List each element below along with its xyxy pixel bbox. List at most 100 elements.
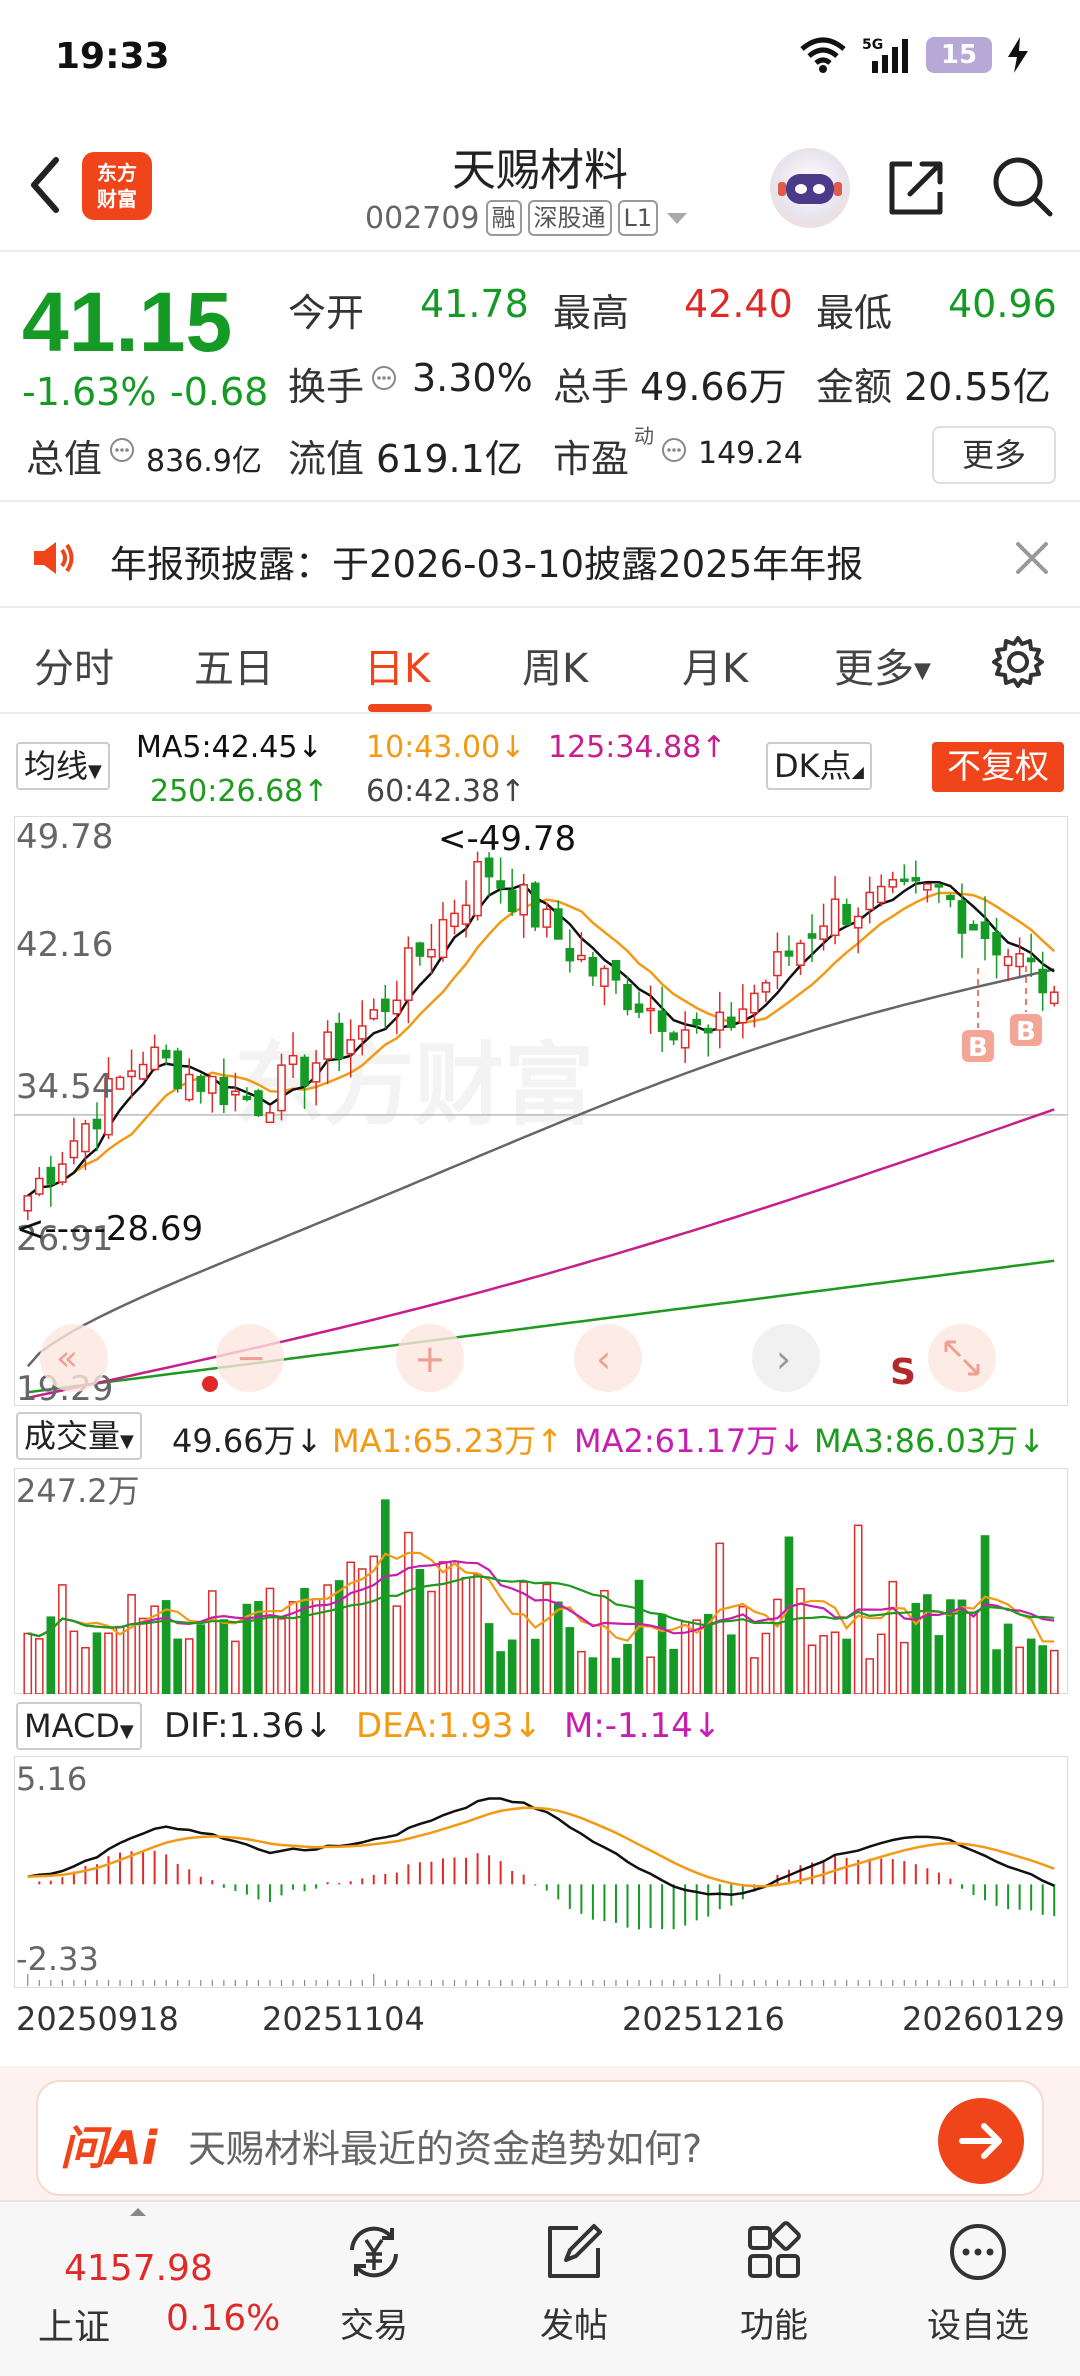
stock-header: 东方 财富 天赐材料 002709 融 深股通 L1 [0,110,1080,252]
volume-bar [530,1638,540,1694]
volume-bar [657,1613,667,1694]
double-chevron-left-icon: « [56,1338,78,1379]
tab-five-day[interactable]: 五日 [194,636,274,694]
tab-intraday[interactable]: 分时 [34,636,114,694]
macd-chart[interactable]: 5.16 -2.33 [14,1756,1068,1988]
adjust-button[interactable]: 不复权 [932,742,1064,792]
ai-question-text: 天赐材料最近的资金趋势如何? [188,2127,703,2171]
nav-post[interactable]: 发帖 [504,2202,644,2376]
candle-body [415,942,425,957]
sse-index-name[interactable]: 上证 [38,2298,110,2350]
volume-bar [600,1589,609,1694]
nav-trade[interactable]: 交易 [304,2202,444,2376]
volume-value: 49.66万 [640,365,787,409]
share-icon[interactable] [886,156,948,218]
tab-weekly-k[interactable]: 周K [522,636,588,694]
x-tick-label: 20251104 [262,2000,425,2038]
turnover-label: 换手 [288,365,365,409]
min-price-label: <-----28.69 [16,1209,203,1249]
macd-dea: DEA:1.93↓ [356,1706,542,1746]
high-label: 最高 [553,291,630,335]
nav-functions[interactable]: 功能 [704,2202,844,2376]
volume-bar [161,1600,171,1694]
ai-robot-avatar[interactable] [770,148,850,228]
nav-add-watchlist[interactable]: 设自选 [908,2202,1048,2376]
volume-current: 49.66万↓ [172,1422,323,1460]
volume-bar [369,1555,379,1694]
macd-selector[interactable]: MACD▼ [16,1702,142,1750]
volume-bar [750,1657,759,1694]
tab-monthly-k[interactable]: 月K [682,636,748,694]
nav-add-watchlist-label: 设自选 [927,2306,1029,2346]
caret-down-icon: ▼ [120,1431,134,1452]
volume-bar [138,1617,148,1694]
ai-question-bar[interactable]: 问Ai 天赐材料最近的资金趋势如何? [36,2080,1044,2196]
status-time: 19:33 [55,36,170,77]
info-icon[interactable] [370,364,398,392]
candle-body [934,884,944,888]
change-amount: -0.68 [170,370,269,414]
volume-bar [969,1611,978,1694]
more-button[interactable]: 更多 [932,426,1056,484]
dk-label: DK点 [774,747,852,785]
candle-body [876,885,886,904]
volume-max-label: 247.2万 [16,1472,140,1510]
candle-body [819,925,828,940]
candle-body [726,1016,736,1029]
candle-body [427,948,436,958]
candle-body [115,1076,125,1090]
volume-bar [553,1601,563,1694]
volume-bar [438,1561,448,1694]
sse-index-percent[interactable]: 0.16% [166,2298,280,2339]
last-price: 41.15 [22,275,233,369]
search-icon[interactable] [990,154,1054,218]
candle-body [842,904,851,926]
info-icon[interactable] [108,436,136,464]
candle-body [680,1029,690,1049]
caret-down-icon: ▼ [88,761,102,782]
fullscreen-button[interactable] [928,1324,996,1392]
tab-more[interactable]: 更多▼ [834,636,931,694]
stock-code: 002709 [365,200,480,236]
volume-bar [992,1649,1001,1694]
amount-value: 20.55亿 [904,365,1051,409]
sse-index-value[interactable]: 4157.98 [64,2248,213,2289]
volume-bar [1003,1623,1013,1694]
plus-icon: + [414,1337,446,1381]
sell-s-icon[interactable]: S [890,1352,916,1393]
notice-bar[interactable]: 年报预披露：于2026-03-10披露2025年年报 [0,504,1080,608]
candle-body [853,915,863,929]
volume-chart[interactable]: 247.2万 [14,1468,1068,1694]
volume-selector-label: 成交量 [24,1417,121,1455]
candle-body [173,1050,183,1090]
kline-chart[interactable]: 东方财富 49.78 42.16 34.54 26.91 19.29 <-49.… [14,816,1068,1406]
volume-legend: 成交量▼ 49.66万↓ MA1:65.23万↑ MA2:61.17万↓ MA3… [0,1408,1080,1464]
gear-icon[interactable] [990,634,1046,690]
red-dot-indicator [202,1376,218,1392]
chevron-down-icon[interactable] [664,208,690,228]
caret-up-icon[interactable] [128,2206,148,2218]
candle-body [1026,957,1036,963]
candle-body [288,1054,298,1066]
close-icon[interactable] [1014,540,1050,576]
more-dots-icon [950,2224,1006,2280]
ma125-label: 125:34.88↑ [548,730,727,765]
ma-selector[interactable]: 均线▼ [16,742,110,790]
ai-send-button[interactable] [938,2098,1024,2184]
volume-bar [484,1623,494,1694]
volume-bar [507,1639,517,1694]
tab-daily-k[interactable]: 日K [364,636,430,694]
volume-bar [219,1619,229,1694]
info-icon[interactable] [660,436,688,464]
volume-bar [277,1618,286,1694]
candle-body [69,1140,79,1159]
nav-post-label: 发帖 [540,2306,608,2346]
low-value: 40.96 [948,282,1057,326]
ma60-label: 60:42.38↑ [366,774,526,809]
volume-bar [92,1632,102,1694]
candle-body [807,933,817,939]
volume-selector[interactable]: 成交量▼ [16,1412,142,1460]
dk-point-selector[interactable]: DK点◢ [766,742,872,790]
candle-body [738,1008,748,1024]
candle-body [196,1075,206,1092]
